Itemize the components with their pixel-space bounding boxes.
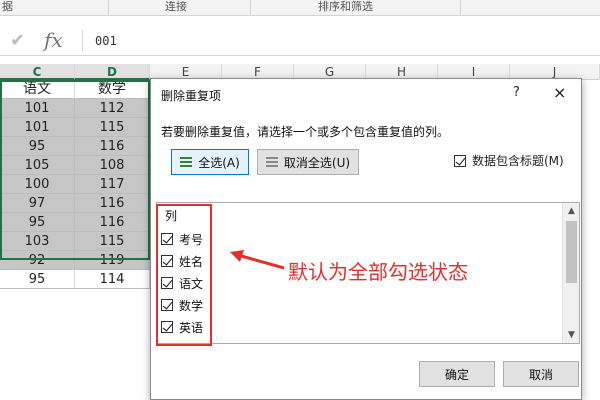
table-cell[interactable]: 101 <box>0 118 75 137</box>
column-header-d[interactable]: D <box>75 64 150 80</box>
table-cell[interactable]: 101 <box>0 99 75 118</box>
fx-icon[interactable]: fx <box>44 28 63 52</box>
select-all-label: 全选(A) <box>198 155 240 170</box>
close-icon[interactable]: × <box>553 83 566 102</box>
chevron-down-icon[interactable]: ▼ <box>563 327 580 343</box>
list-scrollbar[interactable]: ▲ ▼ <box>562 203 579 343</box>
column-header-c[interactable]: C <box>0 64 75 80</box>
table-cell[interactable]: 95 <box>0 270 75 289</box>
table-cell[interactable]: 100 <box>0 175 75 194</box>
formula-bar: ✔ fx 001 <box>0 26 600 56</box>
dialog-title: 删除重复项 <box>161 89 222 103</box>
table-cell[interactable]: 105 <box>0 156 75 175</box>
unselect-all-icon <box>265 156 278 169</box>
select-all-icon <box>180 156 193 169</box>
ribbon-separator <box>250 0 251 16</box>
ribbon-group-sort-filter[interactable]: 排序和筛选 <box>318 0 373 16</box>
header-option-label: 数据包含标题(M) <box>472 154 564 168</box>
table-cell[interactable]: 116 <box>75 213 150 232</box>
help-icon[interactable]: ? <box>513 85 520 100</box>
header-option[interactable]: 数据包含标题(M) <box>454 152 564 169</box>
ok-label: 确定 <box>444 367 469 382</box>
table-cell[interactable]: 112 <box>75 99 150 118</box>
table-cell[interactable]: 97 <box>0 194 75 213</box>
table-cell[interactable]: 108 <box>75 156 150 175</box>
table-cell[interactable]: 119 <box>75 251 150 270</box>
ribbon-separator <box>108 0 109 16</box>
ribbon-group-data: 据 <box>2 0 13 13</box>
ok-button[interactable]: 确定 <box>419 361 495 387</box>
header-option-checkbox[interactable] <box>454 154 466 167</box>
table-cell[interactable]: 95 <box>0 137 75 156</box>
header-cell-chinese[interactable]: 语文 <box>0 80 75 99</box>
table-cell[interactable]: 115 <box>75 232 150 251</box>
annotation-arrow-icon <box>230 250 285 270</box>
unselect-all-label: 取消全选(U) <box>283 155 351 170</box>
ribbon: 据 连接 排序和筛选 <box>0 0 600 16</box>
select-all-button[interactable]: 全选(A) <box>171 149 249 175</box>
ribbon-group-connections[interactable]: 连接 <box>165 0 187 16</box>
table-cell[interactable]: 95 <box>0 213 75 232</box>
table-cell[interactable]: 114 <box>75 270 150 289</box>
checkmark-icon[interactable]: ✔ <box>10 30 25 51</box>
cancel-label: 取消 <box>528 367 553 382</box>
table-cell[interactable]: 116 <box>75 194 150 213</box>
ribbon-separator <box>460 0 461 16</box>
table-cell[interactable]: 92 <box>0 251 75 270</box>
formula-divider <box>82 30 83 52</box>
header-cell-math[interactable]: 数学 <box>75 80 150 99</box>
table-cell[interactable]: 103 <box>0 232 75 251</box>
table-cell[interactable]: 115 <box>75 118 150 137</box>
chevron-up-icon[interactable]: ▲ <box>563 203 580 219</box>
cancel-button[interactable]: 取消 <box>503 361 579 387</box>
dialog-description: 若要删除重复值，请选择一个或多个包含重复值的列。 <box>161 125 450 139</box>
table-cell[interactable]: 116 <box>75 137 150 156</box>
table-cell[interactable]: 117 <box>75 175 150 194</box>
annotation-text: 默认为全部勾选状态 <box>288 260 468 284</box>
formula-input[interactable]: 001 <box>95 34 117 48</box>
scrollbar-thumb[interactable] <box>566 221 577 283</box>
unselect-all-button[interactable]: 取消全选(U) <box>257 149 359 175</box>
highlight-box <box>156 204 212 346</box>
